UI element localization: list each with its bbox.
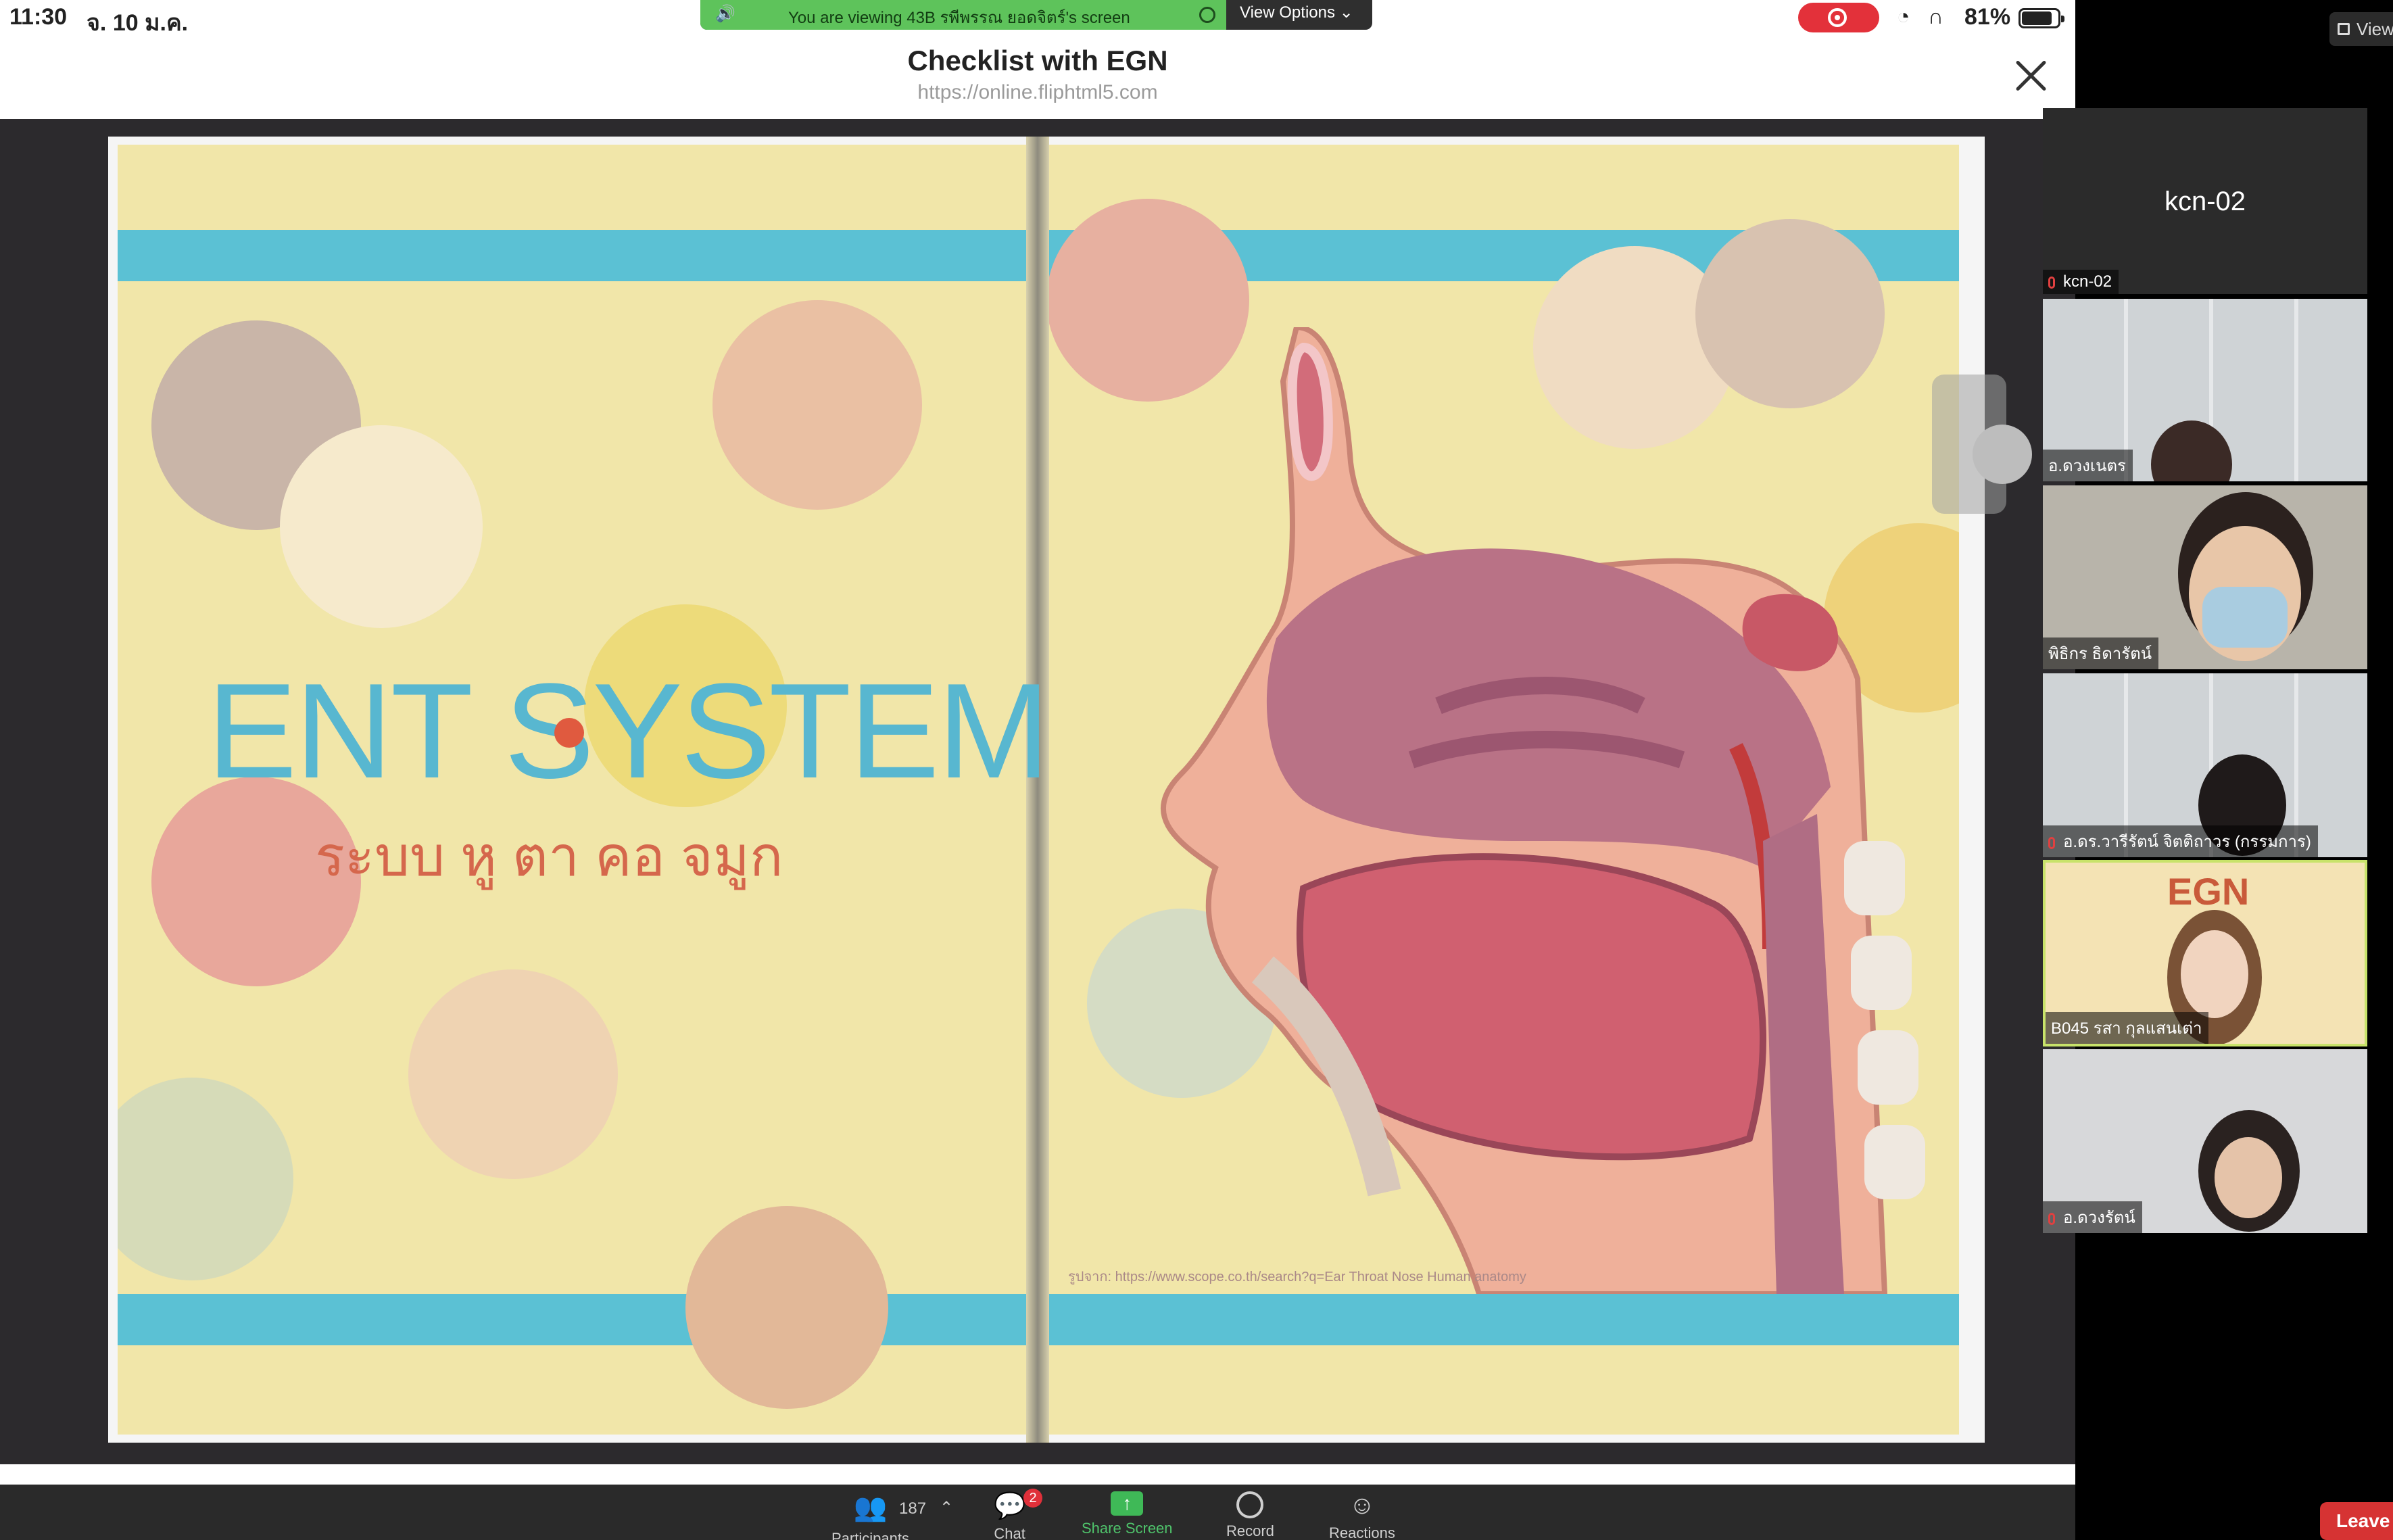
participant-tile[interactable]: พิธิกร ธิดารัตน์ [2043,485,2367,669]
chat-badge: 2 [1023,1489,1042,1508]
leave-button[interactable]: Leave [2320,1502,2393,1540]
share-banner-message: You are viewing 43B รพีพรรณ ยอดจิตร์'s s… [788,9,1130,27]
deco-circle [280,425,483,628]
shared-screen-area: ENT SYSTEM ระบบ หู ตา คอ จมูก รูปจาก: ht… [0,119,2075,1464]
deco-circle [118,1078,293,1280]
participant-name-label: B045 รสา กุลแสนเต่า [2046,1012,2209,1044]
battery-icon [2019,8,2064,28]
screen-share-banner: 🔊 You are viewing 43B รพีพรรณ ยอดจิตร์'s… [700,0,1372,30]
mic-muted-icon [2048,836,2055,849]
participant-tile[interactable]: อ.ดร.วารีรัตน์ จิตติถาวร (กรรมการ) [2043,673,2367,857]
share-screen-button[interactable]: ↑ Share Screen [1082,1491,1173,1537]
record-icon [1828,8,1847,27]
wifi-icon: ◔ [1897,4,1910,28]
face-mask [2202,587,2288,648]
slide-title: ENT SYSTEM [207,656,1050,807]
participant-video [2215,1137,2282,1218]
participant-name-label: อ.ดวงรัตน์ [2043,1201,2142,1233]
record-button[interactable]: Record [1226,1491,1274,1540]
content-bottom-border [0,1464,2075,1485]
participant-name-label: kcn-02 [2043,270,2119,294]
status-dot-icon [1199,7,1215,23]
chat-label: Chat [994,1525,1025,1540]
slide-subtitle: ระบบ หู ตา คอ จมูก [315,826,783,888]
grid-icon [2338,23,2350,35]
status-date: จ. 10 ม.ค. [87,10,189,36]
headphones-icon: ∩ [1928,4,1943,28]
mic-muted-icon [2048,276,2055,289]
view-button-label: View [2356,19,2393,39]
participant-tile[interactable]: อ.ดวงรัตน์ [2043,1049,2367,1233]
deco-circle [408,969,618,1179]
status-time: 11:30 [9,4,68,30]
page-title: Checklist with EGN [907,45,1168,76]
participants-icon: 👥 [853,1493,888,1522]
bottom-stripe [1046,1294,1959,1345]
flipbook[interactable]: ENT SYSTEM ระบบ หู ตา คอ จมูก รูปจาก: ht… [108,137,1985,1443]
share-screen-label: Share Screen [1082,1520,1173,1537]
participant-video [2181,930,2248,1018]
battery-percent: 81% [1964,4,2011,30]
virtual-background-sign: EGN [2167,870,2250,913]
participants-label: Participants [831,1530,909,1540]
participant-tile[interactable]: kcn-02 kcn-02 [2043,108,2367,294]
scroll-knob[interactable] [1973,425,2032,484]
top-stripe [118,230,1030,281]
frontal-sinus [1287,342,1333,481]
participant-name-label: อ.ดร.วารีรัตน์ จิตติถาวร (กรรมการ) [2043,825,2318,857]
chat-icon: 💬 [994,1492,1026,1520]
title-bullet [554,718,584,748]
participant-name-label: พิธิกร ธิดารัตน์ [2043,637,2159,669]
participant-tile[interactable]: อ.ดวงเนตร [2043,299,2367,481]
participant-tile-active-speaker[interactable]: EGN B045 รสา กุลแสนเต่า [2043,860,2367,1046]
deco-circle [712,300,922,510]
participant-name-label: อ.ดวงเนตร [2043,450,2133,481]
bottom-stripe [118,1294,1030,1345]
participants-button[interactable]: 👥 187 ⌃ Participants [831,1491,953,1540]
vertebra [1858,1030,1918,1105]
browser-header: 11:30 จ. 10 ม.ค. 🔊 You are viewing 43B ร… [0,0,2075,119]
vertebra [1864,1125,1925,1199]
image-credit: รูปจาก: https://www.scope.co.th/search?q… [1068,1270,1526,1284]
zoom-meeting-window: { "status_bar": { "time": "11:30", "date… [0,0,2393,1540]
reactions-button[interactable]: ☺ Reactions [1329,1491,1395,1540]
vertebra [1851,936,1912,1010]
close-icon[interactable] [2013,58,2048,93]
flipbook-page-right[interactable] [1046,145,1959,1435]
share-screen-icon: ↑ [1111,1491,1144,1516]
meeting-toolbar: 👥 187 ⌃ Participants 💬 2 Chat ↑ Share Sc… [0,1485,2075,1540]
page-url: https://online.fliphtml5.com [917,81,1158,103]
record-icon [1236,1491,1264,1518]
reactions-label: Reactions [1329,1524,1395,1540]
deco-circle [685,1206,888,1409]
view-button[interactable]: View [2329,12,2393,46]
reactions-icon: ☺ [1349,1491,1376,1520]
view-options-button[interactable]: View Options ⌄ [1240,3,1353,22]
participants-count: 187 [899,1499,927,1518]
participant-display-name: kcn-02 [2164,187,2246,216]
chat-button[interactable]: 💬 2 Chat [994,1489,1042,1540]
chevron-up-icon[interactable]: ⌃ [940,1498,953,1518]
page-scroll-handle[interactable] [1932,375,2032,514]
mic-muted-icon [2048,1212,2055,1225]
record-label: Record [1226,1522,1274,1539]
record-indicator[interactable] [1798,3,1879,32]
vertebra [1844,841,1905,915]
speaker-icon[interactable]: 🔊 [715,4,735,24]
ent-anatomy-illustration [1160,327,1925,1294]
